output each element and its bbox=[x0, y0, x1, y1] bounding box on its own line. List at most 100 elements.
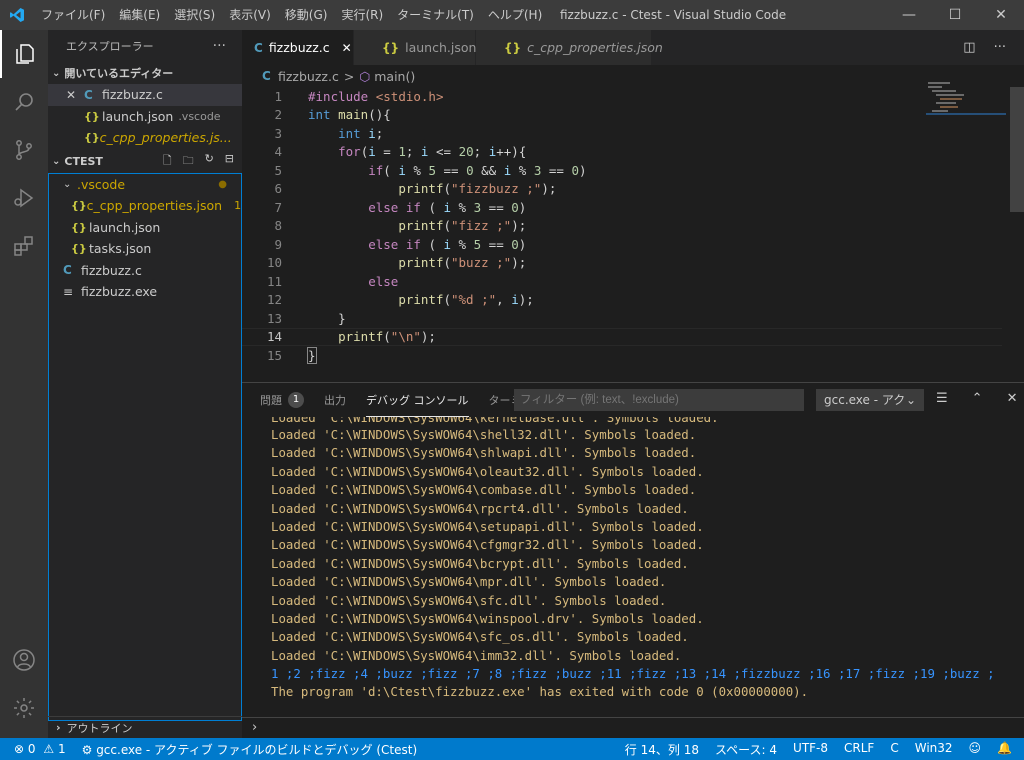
extensions-icon[interactable] bbox=[0, 222, 48, 270]
code-editor[interactable]: 1 #include <stdio.h> 2 int main(){ 3 int i… bbox=[242, 87, 1002, 365]
tree-folder-vscode[interactable]: ⌄ .vscode ● bbox=[49, 174, 241, 196]
clear-console-icon[interactable]: ☰ bbox=[936, 391, 948, 406]
new-file-icon[interactable]: 🗋 bbox=[163, 152, 172, 171]
maximize-panel-icon[interactable]: ⌃ bbox=[972, 391, 983, 406]
menu-view[interactable]: 表示(V) bbox=[222, 0, 278, 30]
minimize-icon[interactable]: — bbox=[886, 0, 932, 30]
error-count: 0 bbox=[27, 742, 36, 756]
window-title: fizzbuzz.c - Ctest - Visual Studio Code bbox=[560, 8, 787, 22]
tab-label: launch.json bbox=[405, 40, 477, 55]
tree-item-launch[interactable]: {} launch.json bbox=[49, 217, 241, 239]
tree-item-c-cpp-properties[interactable]: {} c_cpp_properties.json 1 bbox=[49, 195, 241, 217]
console-line: Loaded 'C:\WINDOWS\SysWOW64\combase.dll'… bbox=[271, 482, 697, 498]
tree-item-label: c_cpp_properties.json bbox=[86, 198, 223, 214]
json-file-icon: {} bbox=[84, 131, 100, 145]
tree-item-tasks[interactable]: {} tasks.json bbox=[49, 238, 241, 260]
close-panel-icon[interactable]: ✕ bbox=[1007, 391, 1018, 406]
settings-gear-icon[interactable] bbox=[0, 684, 48, 732]
open-editor-launch[interactable]: {} launch.json .vscode bbox=[48, 106, 242, 128]
menu-selection[interactable]: 選択(S) bbox=[167, 0, 222, 30]
open-editor-c-cpp-properties[interactable]: {} c_cpp_properties.js... 1 bbox=[48, 127, 242, 149]
workspace-header[interactable]: ⌄ CTEST 🗋 🗀 ↻ ⊟ bbox=[48, 151, 242, 173]
console-line: Loaded 'C:\WINDOWS\SysWOW64\imm32.dll'. … bbox=[271, 647, 682, 663]
build-task-status[interactable]: ⚙ gcc.exe - アクティブ ファイルのビルドとデバッグ (Ctest) bbox=[74, 741, 426, 758]
close-window-icon[interactable]: ✕ bbox=[978, 0, 1024, 30]
source-control-icon[interactable] bbox=[0, 126, 48, 174]
c-file-icon: C bbox=[262, 69, 271, 83]
minimap[interactable] bbox=[926, 80, 1010, 140]
open-editors-header[interactable]: ⌄ 開いているエディター bbox=[48, 62, 242, 84]
explorer-title: エクスプローラー bbox=[66, 40, 154, 53]
encoding[interactable]: UTF-8 bbox=[785, 741, 836, 758]
maximize-icon[interactable]: ☐ bbox=[932, 0, 978, 30]
open-editor-fizzbuzz[interactable]: ✕ C fizzbuzz.c bbox=[48, 84, 242, 106]
debug-console-output[interactable]: Loaded 'C:\WINDOWS\SysWOW64\kernelbase.d… bbox=[242, 417, 1024, 717]
code-line: 15} bbox=[242, 346, 1002, 365]
code-line: 1 #include <stdio.h> bbox=[242, 87, 1002, 106]
search-icon[interactable] bbox=[0, 78, 48, 126]
feedback-icon[interactable]: ☺ bbox=[961, 741, 990, 758]
account-icon[interactable] bbox=[0, 636, 48, 684]
warning-icon: ⚠ bbox=[43, 742, 55, 756]
platform[interactable]: Win32 bbox=[907, 741, 961, 758]
line-number: 1 bbox=[274, 88, 282, 104]
tab-fizzbuzz-c[interactable]: C fizzbuzz.c ✕ bbox=[242, 30, 354, 65]
explorer-icon[interactable] bbox=[0, 30, 48, 78]
chevron-down-icon: ⌄ bbox=[52, 67, 61, 79]
tab-output[interactable]: 出力 bbox=[324, 383, 346, 417]
menu-edit[interactable]: 編集(E) bbox=[112, 0, 167, 30]
notifications-bell-icon[interactable]: 🔔 bbox=[989, 741, 1024, 758]
menu-run[interactable]: 実行(R) bbox=[334, 0, 390, 30]
collapse-all-icon[interactable]: ⊟ bbox=[225, 152, 234, 171]
activity-bar bbox=[0, 30, 48, 738]
menu-help[interactable]: ヘルプ(H) bbox=[481, 0, 549, 30]
outline-header[interactable]: › アウトライン bbox=[48, 716, 242, 738]
editor-scrollbar[interactable] bbox=[1010, 87, 1024, 212]
tab-launch-json[interactable]: {} launch.json bbox=[354, 30, 476, 65]
indentation[interactable]: スペース: 4 bbox=[707, 741, 785, 758]
vscode-logo-icon[interactable] bbox=[0, 0, 34, 30]
tree-item-fizzbuzz-exe[interactable]: ≡ fizzbuzz.exe bbox=[49, 281, 241, 303]
line-number: 4 bbox=[274, 144, 282, 160]
binary-file-icon: ≡ bbox=[63, 284, 74, 299]
menu-file[interactable]: ファイル(F) bbox=[34, 0, 112, 30]
line-ending[interactable]: CRLF bbox=[836, 741, 882, 758]
console-line: Loaded 'C:\WINDOWS\SysWOW64\rpcrt4.dll'.… bbox=[271, 500, 689, 516]
run-debug-icon[interactable] bbox=[0, 174, 48, 222]
more-actions-icon[interactable]: ··· bbox=[994, 40, 1006, 55]
menu-go[interactable]: 移動(G) bbox=[278, 0, 335, 30]
debug-session-select[interactable]: gcc.exe - アク ⌄ bbox=[816, 389, 924, 411]
console-line: Loaded 'C:\WINDOWS\SysWOW64\cfgmgr32.dll… bbox=[271, 537, 704, 553]
open-editor-label: launch.json bbox=[102, 108, 174, 124]
c-file-icon: C bbox=[84, 87, 93, 102]
console-input[interactable]: › bbox=[242, 717, 1024, 739]
cursor-position[interactable]: 行 14、列 18 bbox=[617, 741, 707, 758]
tab-debug-console[interactable]: デバッグ コンソール bbox=[366, 383, 469, 417]
breadcrumb-symbol[interactable]: main() bbox=[374, 69, 415, 84]
console-line: Loaded 'C:\WINDOWS\SysWOW64\shell32.dll'… bbox=[271, 427, 697, 442]
console-line: Loaded 'C:\WINDOWS\SysWOW64\shlwapi.dll'… bbox=[271, 445, 697, 461]
split-editor-icon[interactable]: ◫ bbox=[963, 40, 975, 55]
line-number: 11 bbox=[266, 273, 282, 289]
line-number: 12 bbox=[266, 292, 282, 308]
refresh-icon[interactable]: ↻ bbox=[205, 152, 214, 171]
breadcrumb-file[interactable]: fizzbuzz.c bbox=[278, 69, 339, 84]
menu-terminal[interactable]: ターミナル(T) bbox=[390, 0, 481, 30]
close-editor-icon[interactable]: ✕ bbox=[66, 88, 84, 102]
tab-problems[interactable]: 問題 1 bbox=[260, 383, 304, 417]
workspace-title: CTEST bbox=[64, 155, 103, 168]
new-folder-icon[interactable]: 🗀 bbox=[183, 152, 194, 171]
line-number: 2 bbox=[274, 107, 282, 123]
code-line: 5 if( i % 5 == 0 && i % 3 == 0) bbox=[242, 161, 1002, 180]
line-number: 15 bbox=[266, 347, 282, 363]
json-file-icon: {} bbox=[71, 220, 87, 234]
close-tab-icon[interactable]: ✕ bbox=[342, 41, 352, 55]
more-actions-icon[interactable]: ··· bbox=[213, 38, 226, 54]
tab-c-cpp-properties[interactable]: {} c_cpp_properties.json bbox=[476, 30, 663, 65]
code-line: 9 else if ( i % 5 == 0) bbox=[242, 235, 1002, 254]
tree-item-fizzbuzz-c[interactable]: C fizzbuzz.c bbox=[49, 260, 241, 282]
problems-status[interactable]: ⊗ 0 ⚠ 1 bbox=[0, 742, 74, 756]
console-line: Loaded 'C:\WINDOWS\SysWOW64\bcrypt.dll'.… bbox=[271, 555, 689, 571]
language-mode[interactable]: C bbox=[882, 741, 906, 758]
filter-input[interactable] bbox=[514, 389, 804, 411]
